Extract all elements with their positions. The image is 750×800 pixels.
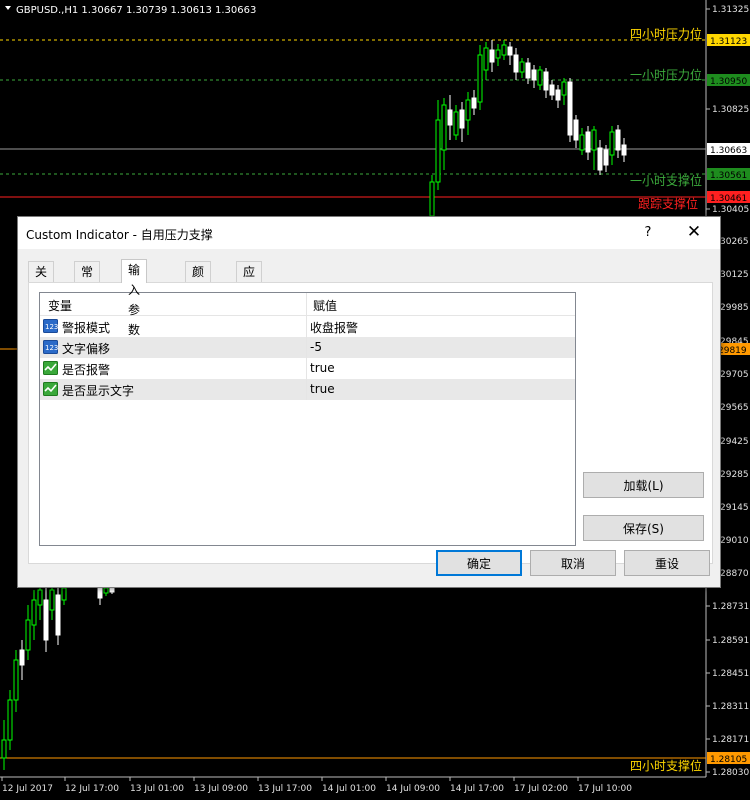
symbol-title-group: GBPUSD.,H1 1.30667 1.30739 1.30613 1.306… bbox=[5, 5, 256, 16]
number-icon: 123 bbox=[43, 319, 58, 333]
time-tick-label: 14 Jul 01:00 bbox=[322, 784, 376, 794]
price-tick-label: 1.28171 bbox=[712, 735, 749, 745]
candlestick bbox=[477, 45, 483, 110]
price-tick-label: 1.30405 bbox=[712, 205, 749, 215]
parameters-grid: 变量 赋值 123 警报模式 收盘报警 123 文字偏移 -5 是否报警 tru… bbox=[39, 292, 576, 546]
price-tick-label: 29985 bbox=[720, 303, 749, 313]
parameter-value[interactable]: true bbox=[310, 361, 335, 375]
parameter-name: 是否报警 bbox=[62, 363, 111, 377]
price-tick-label: 1.28030 bbox=[712, 768, 749, 778]
svg-text:1.30461: 1.30461 bbox=[710, 194, 747, 204]
parameter-row[interactable]: 是否显示文字 true bbox=[40, 379, 575, 400]
close-icon[interactable]: ✕ bbox=[684, 222, 704, 242]
time-tick-label: 14 Jul 17:00 bbox=[450, 784, 504, 794]
parameter-value[interactable]: true bbox=[310, 382, 335, 396]
price-tag-resistance-4h: 1.31123 bbox=[707, 34, 750, 47]
candlestick bbox=[567, 78, 573, 142]
reset-button[interactable]: 重设 bbox=[624, 550, 710, 576]
time-tick-label: 17 Jul 02:00 bbox=[514, 784, 568, 794]
time-tick-label: 14 Jul 09:00 bbox=[386, 784, 440, 794]
grid-header: 变量 赋值 bbox=[40, 293, 575, 316]
price-tag-red: 1.30461 bbox=[707, 191, 750, 204]
bool-icon bbox=[43, 361, 58, 375]
price-tag-current: 1.30663 bbox=[707, 143, 750, 156]
cancel-button[interactable]: 取消 bbox=[530, 550, 616, 576]
help-icon[interactable]: ? bbox=[638, 225, 658, 240]
price-tick-label: 29565 bbox=[720, 403, 749, 413]
svg-text:29819: 29819 bbox=[718, 346, 747, 356]
price-tick-label: 29145 bbox=[720, 503, 749, 513]
svg-text:1.31123: 1.31123 bbox=[710, 37, 747, 47]
time-tick-label: 13 Jul 09:00 bbox=[194, 784, 248, 794]
price-tick-label: 29285 bbox=[720, 470, 749, 480]
tab-common[interactable]: 常用 bbox=[74, 261, 101, 299]
price-tick-label: 1.28451 bbox=[712, 669, 749, 679]
price-tick-label: 30265 bbox=[720, 237, 749, 247]
svg-text:123: 123 bbox=[45, 323, 58, 331]
column-variable-header[interactable]: 变量 bbox=[48, 297, 72, 314]
parameter-row[interactable]: 是否报警 true bbox=[40, 358, 575, 379]
resistance-1h-label: 一小时压力位 bbox=[630, 67, 702, 82]
price-tag-support-1h: 1.30561 bbox=[707, 168, 750, 181]
price-tag-support-4h: 1.28105 bbox=[707, 752, 750, 765]
price-tick-label: 1.28311 bbox=[712, 702, 749, 712]
price-tag-resistance-1h: 1.30950 bbox=[707, 74, 750, 87]
parameter-value[interactable]: 收盘报警 bbox=[310, 319, 358, 336]
dialog-title: Custom Indicator - 自用压力支撑 bbox=[26, 228, 213, 242]
svg-text:1.30663: 1.30663 bbox=[710, 146, 747, 156]
svg-text:1.30950: 1.30950 bbox=[710, 77, 747, 87]
symbol-title: GBPUSD.,H1 1.30667 1.30739 1.30613 1.306… bbox=[16, 5, 256, 16]
time-tick-label: 13 Jul 17:00 bbox=[258, 784, 312, 794]
support-4h-label: 四小时支撑位 bbox=[630, 758, 702, 773]
load-button[interactable]: 加载(L) bbox=[583, 472, 704, 498]
svg-text:123: 123 bbox=[45, 344, 58, 352]
price-tick-label: 28870 bbox=[720, 569, 749, 579]
tab-input-parameters[interactable]: 输入参数 bbox=[121, 259, 148, 337]
time-tick-label: 17 Jul 10:00 bbox=[578, 784, 632, 794]
column-value-header[interactable]: 赋值 bbox=[313, 297, 337, 314]
resistance-4h-label: 四小时压力位 bbox=[630, 26, 702, 41]
price-tick-label: 1.31325 bbox=[712, 5, 749, 15]
time-tick-label: 13 Jul 01:00 bbox=[130, 784, 184, 794]
parameter-name: 是否显示文字 bbox=[62, 384, 135, 398]
red-level-label: 跟踪支撑位 bbox=[638, 196, 698, 211]
price-tick-label: 29705 bbox=[720, 370, 749, 380]
price-tick-label: 1.28591 bbox=[712, 636, 749, 646]
time-tick-label: 12 Jul 17:00 bbox=[65, 784, 119, 794]
tab-colors[interactable]: 颜色 bbox=[185, 261, 212, 299]
parameter-value[interactable]: -5 bbox=[310, 340, 322, 354]
parameter-row[interactable]: 123 警报模式 收盘报警 bbox=[40, 316, 575, 337]
number-icon: 123 bbox=[43, 340, 58, 354]
save-button[interactable]: 保存(S) bbox=[583, 515, 704, 541]
time-tick-label: 12 Jul 2017 bbox=[2, 784, 53, 794]
svg-text:1.28105: 1.28105 bbox=[710, 755, 747, 765]
bool-icon bbox=[43, 382, 58, 396]
price-tick-label: 1.30825 bbox=[712, 105, 749, 115]
svg-text:1.30561: 1.30561 bbox=[710, 171, 747, 181]
parameter-name: 文字偏移 bbox=[62, 342, 111, 356]
price-tick-label: 30125 bbox=[720, 270, 749, 280]
tab-visualization[interactable]: 应用范围 bbox=[236, 261, 263, 339]
parameter-name: 警报模式 bbox=[62, 321, 111, 335]
price-tick-label: 1.28731 bbox=[712, 602, 749, 612]
ok-button[interactable]: 确定 bbox=[436, 550, 522, 576]
support-1h-label: 一小时支撑位 bbox=[630, 173, 702, 188]
parameter-row[interactable]: 123 文字偏移 -5 bbox=[40, 337, 575, 358]
custom-indicator-dialog: Custom Indicator - 自用压力支撑 ? ✕ 关于 常用 输入参数… bbox=[17, 216, 721, 588]
dialog-titlebar[interactable]: Custom Indicator - 自用压力支撑 ? ✕ bbox=[18, 217, 720, 249]
price-tick-label: 29010 bbox=[720, 536, 749, 546]
price-tick-label: 29425 bbox=[720, 437, 749, 447]
tab-about[interactable]: 关于 bbox=[28, 261, 55, 299]
